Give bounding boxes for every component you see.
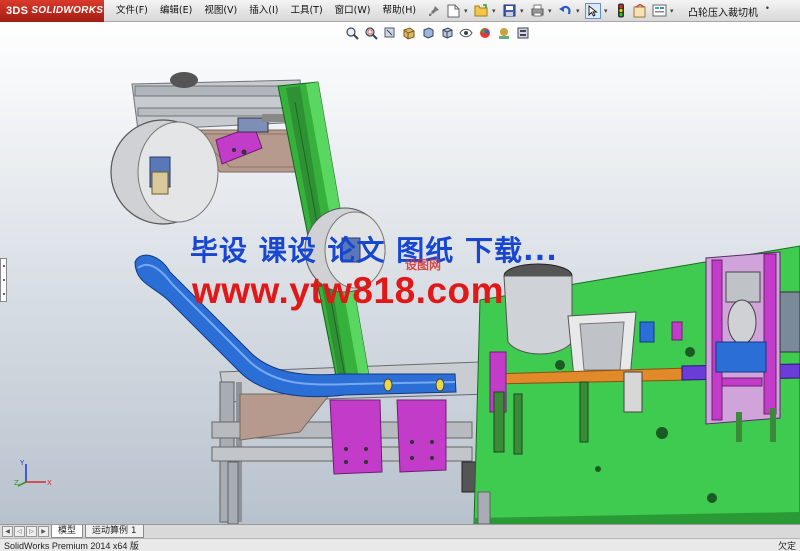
- status-product-version: SolidWorks Premium 2014 x64 版: [4, 540, 139, 551]
- watermark-line2: www.ytw818.com: [192, 270, 505, 311]
- menu-help[interactable]: 帮助(H): [376, 0, 422, 22]
- chevron-down-icon[interactable]: ▾: [604, 7, 610, 15]
- brand-prefix: 3DS: [6, 4, 29, 17]
- open-folder-icon[interactable]: [473, 3, 489, 19]
- status-bar: SolidWorks Premium 2014 x64 版 欠定: [0, 538, 800, 551]
- select-cursor-icon[interactable]: [585, 2, 602, 19]
- file-properties-icon[interactable]: [632, 3, 648, 19]
- brand-name: SOLIDWORKS: [31, 5, 104, 16]
- options-icon[interactable]: [651, 3, 667, 19]
- standard-toolbar: ▾ ▾ ▾ ▾ ▾ ▾ ▾: [426, 2, 676, 19]
- tab-motion-study[interactable]: 运动算例 1: [85, 525, 144, 538]
- triad-y-label: Y: [19, 459, 25, 467]
- chevron-down-icon[interactable]: ▾: [464, 7, 470, 15]
- watermark-line1: 毕设 课设 论文 图纸 下载...: [190, 234, 558, 267]
- last-tab-arrow-icon[interactable]: ▶: [38, 526, 49, 537]
- tab-model[interactable]: 模型: [51, 525, 84, 538]
- menu-insert[interactable]: 插入(I): [243, 0, 284, 22]
- prev-tab-arrow-icon[interactable]: ◁: [14, 526, 25, 537]
- triad-z-label: Z: [14, 479, 19, 487]
- graphics-area[interactable]: 毕设 课设 论文 图纸 下载... 设图网 www.ytw818.com Y X…: [0, 22, 800, 524]
- menu-edit[interactable]: 编辑(E): [154, 0, 198, 22]
- undo-icon[interactable]: [557, 3, 573, 19]
- menu-window[interactable]: 窗口(W): [329, 0, 377, 22]
- title-bar: 3DS SOLIDWORKS 文件(F) 编辑(E) 视图(V) 插入(I) 工…: [0, 0, 800, 22]
- document-title: 凸轮压入裁切机: [688, 8, 758, 19]
- chevron-down-icon[interactable]: ▾: [670, 7, 676, 15]
- print-icon[interactable]: [529, 3, 545, 19]
- new-document-icon[interactable]: [445, 3, 461, 19]
- reference-triad: Y X Z: [14, 459, 52, 487]
- chevron-down-icon[interactable]: ▾: [548, 7, 554, 15]
- triad-x-label: X: [47, 479, 52, 487]
- rebuild-traffic-light-icon[interactable]: [613, 3, 629, 19]
- chevron-down-icon[interactable]: ▾: [492, 7, 498, 15]
- menu-view[interactable]: 视图(V): [198, 0, 243, 22]
- view-tabs-row: ◀ ◁ ▷ ▶ 模型 运动算例 1: [0, 524, 800, 538]
- status-definition-state: 欠定: [777, 541, 796, 551]
- pin-icon[interactable]: [426, 3, 442, 19]
- tab-scroll-arrows: ◀ ◁ ▷ ▶: [2, 526, 49, 537]
- menu-tools[interactable]: 工具(T): [284, 0, 328, 22]
- solidworks-logo[interactable]: 3DS SOLIDWORKS: [0, 0, 104, 22]
- save-icon[interactable]: [501, 3, 517, 19]
- menu-file[interactable]: 文件(F): [110, 0, 154, 22]
- document-title-arrow: •: [764, 4, 770, 14]
- menu-bar: 文件(F) 编辑(E) 视图(V) 插入(I) 工具(T) 窗口(W) 帮助(H…: [110, 0, 422, 22]
- chevron-down-icon[interactable]: ▾: [520, 7, 526, 15]
- chute-support-brackets: [329, 399, 479, 493]
- next-tab-arrow-icon[interactable]: ▷: [26, 526, 37, 537]
- chevron-down-icon[interactable]: ▾: [576, 7, 582, 15]
- first-tab-arrow-icon[interactable]: ◀: [2, 526, 13, 537]
